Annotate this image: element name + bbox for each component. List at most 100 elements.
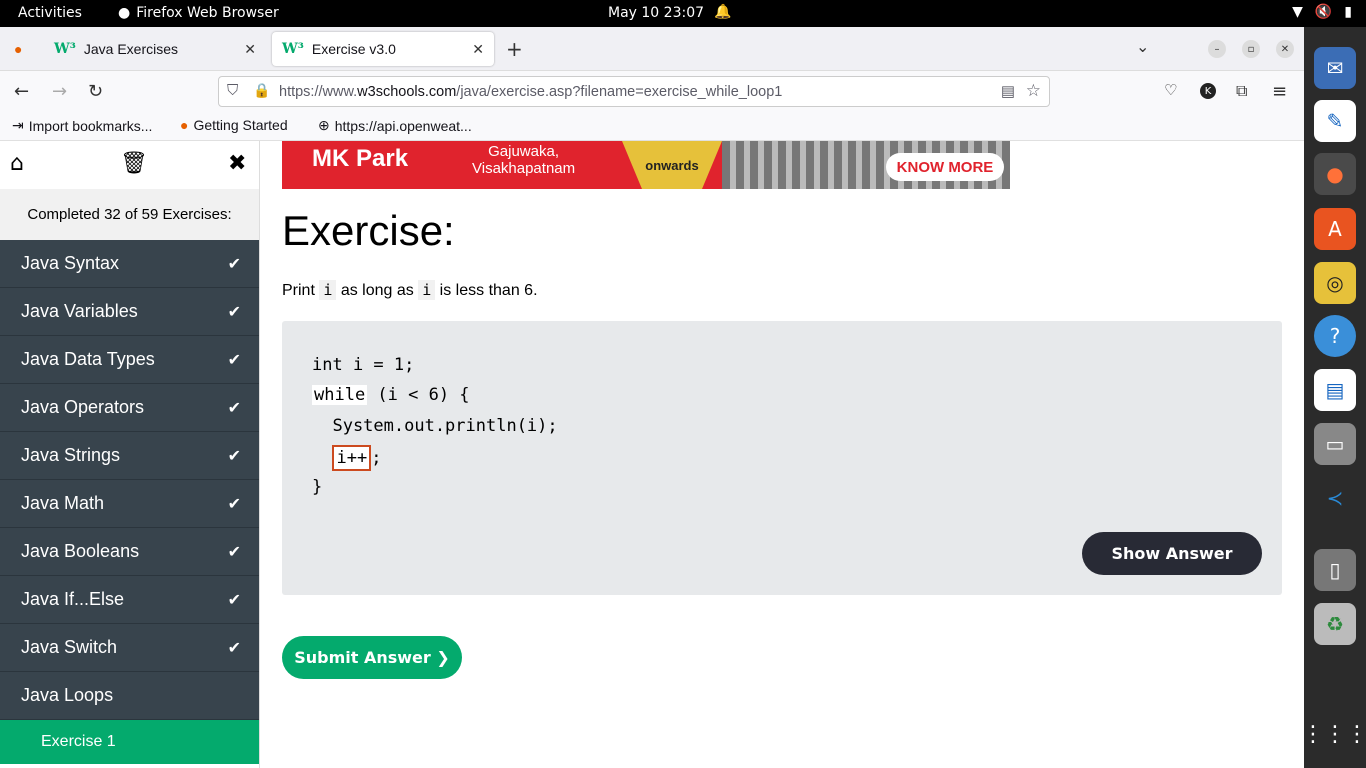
topic-label: Java Loops — [21, 685, 114, 705]
bookmark-label: Import bookmarks... — [28, 117, 153, 134]
tab-label: Java Exercises — [83, 41, 179, 57]
check-icon: ✔ — [227, 351, 241, 369]
reader-view-icon[interactable]: ▤ — [1001, 82, 1015, 100]
notification-bell-icon: 🔔 — [714, 4, 732, 20]
check-icon: ✔ — [227, 495, 241, 513]
close-tab-icon[interactable]: ✕ — [472, 41, 484, 58]
code-line: while (i < 6) { — [312, 385, 470, 405]
activities-button[interactable]: Activities — [18, 5, 82, 21]
bookmark-star-icon[interactable]: ☆ — [1026, 81, 1041, 101]
code-line: System.out.println(i); — [312, 416, 558, 436]
check-icon: ✔ — [227, 591, 241, 609]
url-bar[interactable]: ⛉ 🔒 https://www.w3schools.com/java/exerc… — [218, 76, 1050, 107]
battery-icon: ▮ — [1344, 4, 1352, 20]
url-text: https://www.w3schools.com/java/exercise.… — [279, 84, 783, 100]
ad-location: Gajuwaka, Visakhapatnam — [472, 143, 576, 177]
check-icon: ✔ — [227, 399, 241, 417]
rhythmbox-icon[interactable]: ◎ — [1314, 262, 1356, 304]
reload-icon[interactable]: ↻ — [88, 81, 103, 102]
ubuntu-dock: ✉ ✎ ● A ◎ ? ▤ ▭ ≺ ▯ ♻ ⋮⋮⋮ — [1302, 27, 1366, 768]
home-icon[interactable]: ⌂ — [10, 151, 24, 176]
ad-know-more-button[interactable]: KNOW MORE — [886, 153, 1004, 181]
files-icon[interactable]: ▭ — [1314, 423, 1356, 465]
minimize-icon[interactable]: – — [1208, 40, 1226, 58]
drive-icon[interactable]: ▯ — [1314, 549, 1356, 591]
sidebar-item-java-variables[interactable]: Java Variables ✔ — [0, 288, 259, 336]
sidebar-item-java-operators[interactable]: Java Operators ✔ — [0, 384, 259, 432]
libreoffice-writer-icon[interactable]: ▤ — [1314, 369, 1356, 411]
ad-brand: MK Park — [312, 145, 409, 172]
firefox-icon: ● — [180, 117, 189, 133]
shield-icon[interactable]: ⛉ — [227, 82, 238, 99]
forward-icon[interactable]: → — [52, 81, 67, 102]
sidebar-item-java-data-types[interactable]: Java Data Types ✔ — [0, 336, 259, 384]
answer-input[interactable]: i++ — [332, 445, 372, 471]
firefox-view-tab[interactable]: ● — [8, 32, 36, 66]
pocket-icon[interactable]: ♡ — [1164, 81, 1177, 99]
vscode-icon[interactable]: ≺ — [1314, 477, 1356, 519]
lock-icon[interactable]: 🔒 — [253, 82, 270, 99]
page-title: Exercise: — [282, 207, 455, 254]
sidebar-item-java-syntax[interactable]: Java Syntax ✔ — [0, 240, 259, 288]
new-tab-icon[interactable]: + — [506, 37, 523, 61]
app-menu[interactable]: ● Firefox Web Browser — [118, 5, 279, 21]
close-icon[interactable]: ✖ — [228, 151, 246, 176]
bookmark-import[interactable]: ⇥ Import bookmarks... — [12, 117, 152, 134]
system-tray[interactable]: ▼ 🔇 ▮ — [1292, 4, 1352, 20]
sidebar-item-java-strings[interactable]: Java Strings ✔ — [0, 432, 259, 480]
bookmarks-toolbar: ⇥ Import bookmarks... ● Getting Started … — [0, 113, 1304, 141]
check-icon: ✔ — [227, 303, 241, 321]
firefox-icon: ● — [118, 5, 131, 21]
globe-icon: ⊕ — [318, 117, 330, 133]
help-icon[interactable]: ? — [1314, 315, 1356, 357]
code-keyword-while: while — [312, 385, 368, 405]
list-tabs-chevron-down-icon[interactable]: ⌄ — [1136, 37, 1149, 56]
check-icon: ✔ — [227, 639, 241, 657]
text-editor-icon[interactable]: ✎ — [1314, 100, 1356, 142]
show-apps-grid-icon[interactable]: ⋮⋮⋮ — [1302, 713, 1366, 755]
thunderbird-icon[interactable]: ✉ — [1314, 47, 1356, 89]
wifi-icon: ▼ — [1292, 4, 1303, 20]
back-icon[interactable]: ← — [14, 81, 29, 102]
sidebar-item-java-switch[interactable]: Java Switch ✔ — [0, 624, 259, 672]
tab-java-exercises[interactable]: W³ Java Exercises ✕ — [44, 32, 266, 66]
bookmark-getting-started[interactable]: ● Getting Started — [180, 117, 288, 133]
show-answer-button[interactable]: Show Answer — [1082, 532, 1262, 575]
sidebar-item-java-booleans[interactable]: Java Booleans ✔ — [0, 528, 259, 576]
code-line: i++; — [312, 445, 381, 471]
account-avatar-icon[interactable]: K — [1200, 83, 1216, 99]
sidebar-item-java-if-else[interactable]: Java If...Else ✔ — [0, 576, 259, 624]
firefox-icon[interactable]: ● — [1314, 153, 1356, 195]
extensions-icon[interactable]: ⧉ — [1236, 81, 1247, 101]
topic-label: Java Variables — [21, 301, 138, 321]
import-icon: ⇥ — [12, 117, 24, 133]
maximize-icon[interactable]: ▫ — [1242, 40, 1260, 58]
submit-answer-button[interactable]: Submit Answer ❯ — [282, 636, 462, 679]
progress-text: Completed 32 of 59 Exercises: — [0, 189, 259, 240]
bookmark-label: https://api.openweat... — [334, 117, 472, 134]
close-window-icon[interactable]: ✕ — [1276, 40, 1294, 58]
bookmark-openweather[interactable]: ⊕ https://api.openweat... — [318, 117, 472, 134]
menu-hamburger-icon[interactable]: ≡ — [1272, 81, 1287, 102]
navigation-bar: ← → ↻ ⛉ 🔒 https://www.w3schools.com/java… — [0, 71, 1304, 113]
ad-onwards: onwards — [622, 141, 722, 189]
system-top-bar: Activities ● Firefox Web Browser May 10 … — [0, 0, 1366, 27]
software-center-icon[interactable]: A — [1314, 208, 1356, 250]
advertisement-banner[interactable]: MK Park Gajuwaka, Visakhapatnam onwards K… — [282, 141, 1010, 189]
close-tab-icon[interactable]: ✕ — [244, 41, 256, 58]
clock[interactable]: May 10 23:07 — [608, 5, 704, 21]
exercise-description: Print i as long as i is less than 6. — [282, 280, 538, 300]
sidebar-item-java-loops[interactable]: Java Loops — [0, 672, 259, 720]
firefox-icon: ● — [14, 41, 23, 57]
code-line: } — [312, 477, 323, 497]
tab-exercise-v3[interactable]: W³ Exercise v3.0 ✕ — [272, 32, 494, 66]
trash-icon[interactable]: 🗑 — [120, 151, 148, 176]
topic-label: Java Syntax — [21, 253, 120, 273]
trash-icon[interactable]: ♻ — [1314, 603, 1356, 645]
sidebar-item-exercise-1[interactable]: Exercise 1 — [0, 720, 259, 764]
sidebar-item-java-math[interactable]: Java Math ✔ — [0, 480, 259, 528]
tab-label: Exercise v3.0 — [311, 41, 396, 57]
topic-label: Java Strings — [21, 445, 121, 465]
exercise-sidebar: ⌂ 🗑 ✖ Completed 32 of 59 Exercises: Java… — [0, 141, 260, 768]
topic-label: Java Operators — [21, 397, 145, 417]
